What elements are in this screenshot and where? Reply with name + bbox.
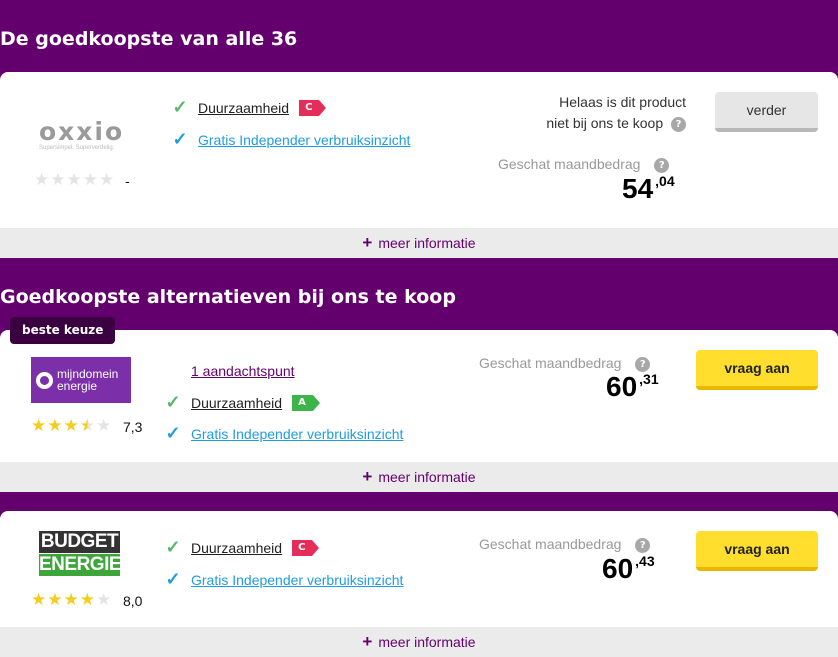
star-icon: ★: [82, 170, 98, 190]
help-icon[interactable]: ?: [635, 356, 651, 372]
section-title-cheapest: De goedkoopste van alle 36: [0, 28, 298, 50]
help-icon[interactable]: ?: [671, 116, 686, 132]
star-icon: ★: [47, 416, 63, 436]
sustainability-link[interactable]: Duurzaamheid: [191, 395, 282, 411]
check-icon: ✓: [165, 423, 181, 443]
monthly-price: 60,43: [602, 553, 655, 584]
star-icon: ★: [96, 416, 112, 436]
feature-sustainability: ✓ Duurzaamheid C: [170, 97, 327, 118]
plus-icon: +: [362, 632, 373, 651]
feature-insight: ✓ Gratis Independer verbruiksinzicht: [163, 569, 403, 590]
feature-sustainability: ✓ Duurzaamheid A: [163, 392, 320, 413]
insight-link[interactable]: Gratis Independer verbruiksinzicht: [191, 572, 403, 588]
star-icon: ★: [50, 170, 66, 190]
check-icon: ✓: [165, 392, 181, 412]
check-icon: ✓: [165, 569, 181, 589]
rating-stars: ★ ★ ★ ★ ★: [31, 592, 111, 609]
rating-stars: ★ ★ ★ ★ ★: [34, 172, 114, 189]
star-icon: ★: [63, 590, 79, 610]
not-sold-notice: Helaas is dit product niet bij ons te ko…: [546, 94, 686, 132]
insight-link[interactable]: Gratis Independer verbruiksinzicht: [198, 132, 410, 148]
oxxio-logo: oxxio Supersimpel. Superverdelig.: [39, 117, 125, 152]
sustainability-link[interactable]: Duurzaamheid: [198, 100, 289, 116]
star-icon: ★: [99, 170, 115, 190]
more-info-toggle[interactable]: + meer informatie: [0, 462, 838, 492]
plus-icon: +: [362, 233, 373, 252]
help-icon[interactable]: ?: [654, 157, 670, 173]
star-icon: ★: [63, 416, 79, 436]
more-info-toggle[interactable]: + meer informatie: [0, 228, 838, 258]
mijndomein-logo: mijndomein energie: [31, 357, 131, 403]
plus-icon: +: [362, 467, 373, 486]
check-icon: ✓: [172, 97, 188, 117]
apply-button[interactable]: vraag aan: [696, 350, 818, 390]
check-icon: ✓: [172, 129, 188, 149]
help-icon[interactable]: ?: [635, 537, 651, 553]
feature-insight: ✓ Gratis Independer verbruiksinzicht: [170, 129, 410, 150]
star-icon: ★: [79, 416, 95, 436]
sustainability-label-badge: A: [292, 394, 320, 411]
star-icon: ★: [66, 170, 82, 190]
attention-link[interactable]: 1 aandachtspunt: [191, 363, 295, 379]
check-icon: ✓: [165, 537, 181, 557]
monthly-price: 60,31: [606, 371, 659, 402]
attention-point: 1 aandachtspunt: [191, 363, 295, 379]
estimate-label: Geschat maandbedrag ?: [479, 355, 651, 372]
rating-score: 8,0: [123, 593, 143, 609]
sustainability-link[interactable]: Duurzaamheid: [191, 540, 282, 556]
section-title-alternatives: Goedkoopste alternatieven bij ons te koo…: [0, 286, 456, 308]
star-icon: ★: [79, 590, 95, 610]
star-icon: ★: [31, 416, 47, 436]
monthly-price: 54,04: [622, 173, 675, 204]
logo-circle-icon: [36, 371, 53, 389]
star-icon: ★: [34, 170, 50, 190]
continue-button[interactable]: verder: [715, 92, 818, 132]
estimate-label: Geschat maandbedrag ?: [479, 536, 651, 553]
budget-energie-logo: BUDGET ENERGIE: [39, 531, 122, 576]
rating-score: 7,3: [123, 419, 143, 435]
rating-score: -: [125, 173, 130, 189]
star-icon: ★: [31, 590, 47, 610]
more-info-toggle[interactable]: + meer informatie: [0, 627, 838, 657]
rating-stars: ★ ★ ★ ★ ★: [31, 418, 111, 435]
estimate-label: Geschat maandbedrag ?: [498, 156, 670, 173]
star-icon: ★: [96, 590, 112, 610]
best-choice-badge: beste keuze: [10, 317, 116, 344]
sustainability-label-badge: C: [292, 539, 320, 556]
star-icon: ★: [47, 590, 63, 610]
apply-button[interactable]: vraag aan: [696, 531, 818, 571]
sustainability-label-badge: C: [299, 99, 327, 116]
feature-insight: ✓ Gratis Independer verbruiksinzicht: [163, 423, 403, 444]
insight-link[interactable]: Gratis Independer verbruiksinzicht: [191, 426, 403, 442]
feature-sustainability: ✓ Duurzaamheid C: [163, 537, 320, 558]
